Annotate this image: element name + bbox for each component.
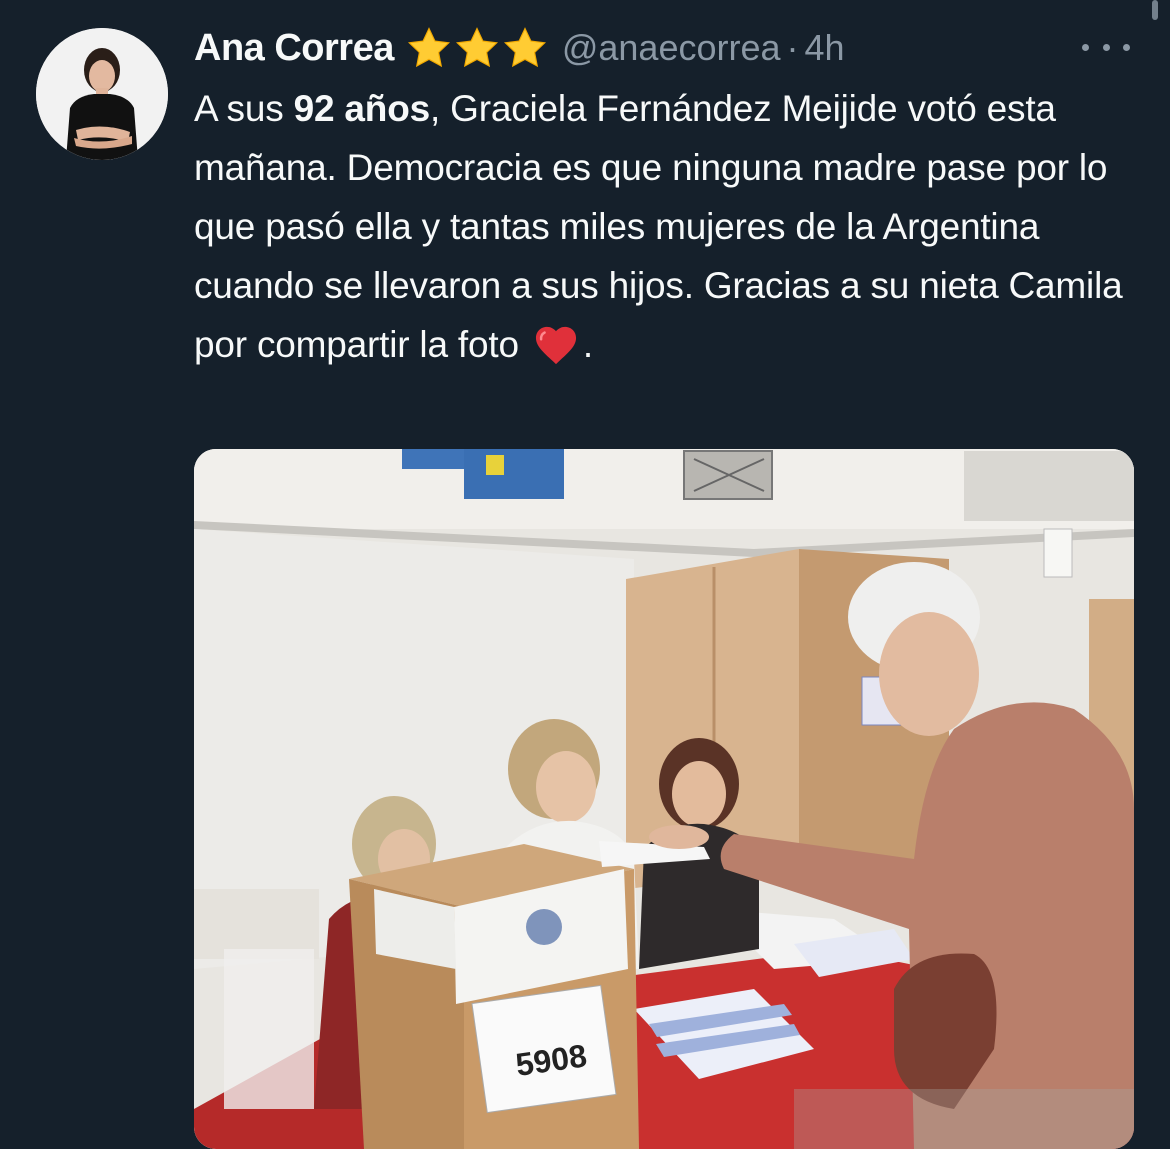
red-heart-icon: [535, 326, 576, 365]
tweet-header: Ana Correa @anaecorrea · 4h: [194, 22, 845, 74]
author-name[interactable]: Ana Correa: [194, 27, 394, 70]
scrollbar[interactable]: [1152, 0, 1158, 20]
tweet-card[interactable]: Ana Correa @anaecorrea · 4h A sus 92 año…: [0, 0, 1170, 1149]
tweet-text: A sus 92 años, Graciela Fernández Meijid…: [194, 79, 1149, 374]
star-icon: [455, 27, 498, 68]
tweet-photo[interactable]: 5908: [194, 449, 1134, 1149]
author-handle[interactable]: @anaecorrea: [562, 27, 781, 69]
timestamp[interactable]: 4h: [805, 27, 845, 69]
separator-dot: ·: [786, 27, 799, 68]
text-main: , Graciela Fernández Meijide votó esta m…: [194, 88, 1123, 365]
more-options-icon[interactable]: [1082, 32, 1130, 62]
text-bold: 92 años: [293, 88, 431, 129]
star-icon: [503, 27, 546, 68]
badge-stars: [406, 25, 548, 71]
photo-image: 5908: [194, 449, 1134, 1149]
text-suffix: .: [582, 324, 594, 365]
text-prefix: A sus: [194, 88, 294, 129]
avatar-image: [36, 28, 168, 160]
star-icon: [407, 27, 450, 68]
avatar[interactable]: [36, 28, 168, 160]
